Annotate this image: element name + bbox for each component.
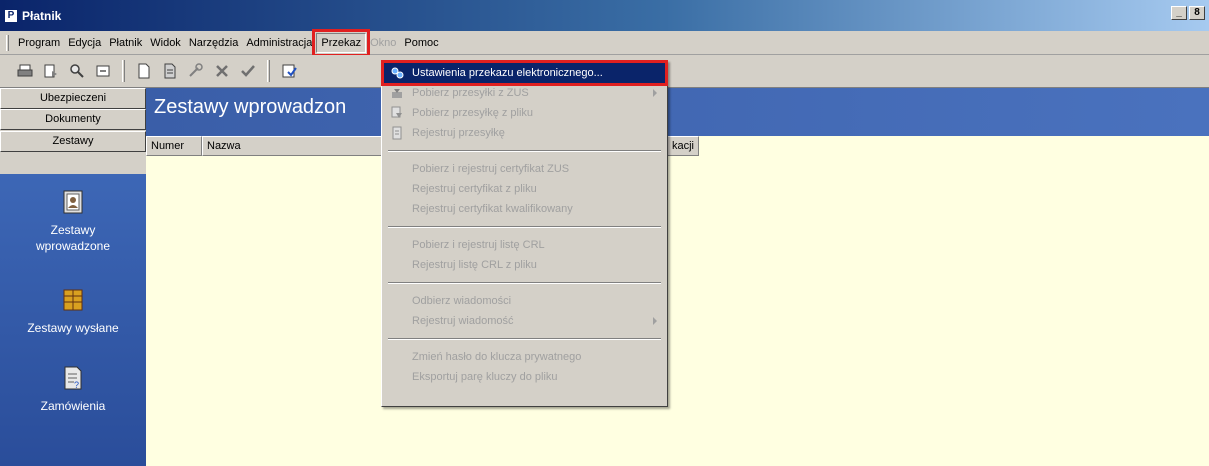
menu-p-atnik[interactable]: Płatnik: [105, 33, 146, 53]
menu-item-label: Rejestruj certyfikat z pliku: [412, 183, 537, 195]
menu-item-label: Pobierz przesyłkę z pliku: [412, 107, 534, 119]
new-document-icon[interactable]: [133, 60, 155, 82]
menu-item-label: Rejestruj certyfikat kwalifikowany: [412, 203, 573, 215]
przekaz-dropdown-menu: Ustawienia przekazu elektronicznego... Po…: [381, 60, 668, 407]
menu-item-label: Eksportuj parę kluczy do pliku: [412, 371, 558, 383]
menu-pomoc[interactable]: Pomoc: [400, 33, 442, 53]
menu-separator: [388, 282, 661, 284]
menu-widok[interactable]: Widok: [146, 33, 185, 53]
tools-icon[interactable]: [185, 60, 207, 82]
svg-text:?: ?: [74, 380, 79, 390]
window-controls: _ 8: [1171, 6, 1205, 20]
column-header-nazwa[interactable]: Nazwa: [202, 136, 386, 156]
confirm-icon[interactable]: [237, 60, 259, 82]
menu-item-odbierz-wiadomos-ci[interactable]: Odbierz wiadomości: [384, 291, 665, 311]
document-sets-icon: [63, 190, 83, 214]
nav-item-zamowienia[interactable]: ? Zamówienia: [0, 364, 146, 414]
find-icon[interactable]: [66, 60, 88, 82]
restore-button[interactable]: 8: [1189, 6, 1205, 20]
menu-okno[interactable]: Okno: [366, 33, 400, 53]
print-icon[interactable]: [14, 60, 36, 82]
menu-separator: [388, 338, 661, 340]
menu-item-ustawienia-przekazu-elektronicznego[interactable]: Ustawienia przekazu elektronicznego...: [381, 60, 668, 86]
menu-item-rejestruj-certyfikat-z-pliku[interactable]: Rejestruj certyfikat z pliku: [384, 179, 665, 199]
submenu-arrow-icon: [653, 89, 657, 97]
toolbar-separator: [267, 60, 270, 82]
menu-separator: [388, 150, 661, 152]
menu-item-label: Rejestruj listę CRL z pliku: [412, 259, 537, 271]
nav-item-label: Zestawy wysłane: [27, 321, 119, 335]
main-header: Zestawy wprowadzon: [146, 88, 1209, 136]
preview-icon[interactable]: [40, 60, 62, 82]
check-icon[interactable]: [278, 60, 300, 82]
menu-item-eksportuj-pare-kluczy-do-pliku[interactable]: Eksportuj parę kluczy do pliku: [384, 367, 665, 387]
column-header-partial[interactable]: kacji: [667, 136, 699, 156]
left-navigation: Ubezpieczeni Dokumenty Zestawy Zestawy w…: [0, 88, 146, 466]
minimize-button[interactable]: _: [1171, 6, 1187, 20]
menu-item-label: Rejestruj wiadomość: [412, 315, 514, 327]
menu-narz-dzia[interactable]: Narzędzia: [185, 33, 243, 53]
sent-sets-icon: [63, 289, 83, 311]
menu-item-pobierz-przesy-ke-z-pliku[interactable]: Pobierz przesyłkę z pliku: [384, 103, 665, 123]
delete-icon[interactable]: [211, 60, 233, 82]
open-document-icon[interactable]: [159, 60, 181, 82]
nav-tab-dokumenty[interactable]: Dokumenty: [0, 109, 146, 130]
nav-item-label: Zestawy wprowadzone: [35, 223, 111, 253]
submenu-arrow-icon: [653, 317, 657, 325]
menu-item-label: Ustawienia przekazu elektronicznego...: [412, 67, 603, 79]
export-icon[interactable]: [92, 60, 114, 82]
app-icon: P: [4, 8, 18, 23]
menu-item-rejestruj-przesy-ke[interactable]: Rejestruj przesyłkę: [384, 123, 665, 143]
window-title: Płatnik: [22, 8, 62, 23]
menu-item-label: Zmień hasło do klucza prywatnego: [412, 351, 582, 363]
menu-item-label: Odbierz wiadomości: [412, 295, 512, 307]
menu-item-label: Pobierz i rejestruj listę CRL: [412, 239, 545, 251]
menu-item-label: Pobierz przesyłki z ZUS: [412, 87, 529, 99]
menu-separator: [388, 226, 661, 228]
menu-przekaz[interactable]: Przekaz: [312, 28, 371, 57]
menu-item-label: Pobierz i rejestruj certyfikat ZUS: [412, 163, 570, 175]
menu-edycja[interactable]: Edycja: [64, 33, 105, 53]
menu-item-rejestruj-liste-crl-z-pliku[interactable]: Rejestruj listę CRL z pliku: [384, 255, 665, 275]
menu-item-rejestruj-wiadomos-c[interactable]: Rejestruj wiadomość: [384, 311, 665, 331]
menu-item-zmien-has-o-do-klucza-prywatnego[interactable]: Zmień hasło do klucza prywatnego: [384, 347, 665, 367]
nav-item-zestawy-wprowadzone[interactable]: Zestawy wprowadzone: [0, 188, 146, 254]
menu-item-label: Rejestruj przesyłkę: [412, 127, 505, 139]
nav-tab-zestawy[interactable]: Zestawy: [0, 131, 146, 152]
nav-pane: Zestawy wprowadzone Zestawy wysłane ? Za…: [0, 174, 146, 466]
toolbar-separator: [122, 60, 125, 82]
column-header-numer[interactable]: Numer: [146, 136, 202, 156]
menu-program[interactable]: Program: [14, 33, 64, 53]
menu-bar: Program Edycja Płatnik Widok Narzędzia Admini…: [0, 28, 1209, 57]
menu-grip: [6, 35, 9, 51]
menu-item-pobierz-i-rejestruj-liste-crl[interactable]: Pobierz i rejestruj listę CRL: [384, 235, 665, 255]
orders-icon: ?: [64, 366, 82, 390]
page-title: Zestawy wprowadzon: [154, 96, 347, 118]
nav-item-label: Zamówienia: [40, 399, 106, 413]
main-area: Zestawy wprowadzon Numer Nazwa kacji: [146, 88, 1209, 466]
menu-item-rejestruj-certyfikat-kwalifikowany[interactable]: Rejestruj certyfikat kwalifikowany: [384, 199, 665, 219]
title-bar: P Płatnik _ 8: [0, 0, 1209, 31]
menu-administracja[interactable]: Administracja: [242, 33, 316, 53]
nav-item-zestawy-wyslane[interactable]: Zestawy wysłane: [0, 286, 146, 336]
nav-tab-ubezpieczeni[interactable]: Ubezpieczeni: [0, 88, 146, 109]
menu-item-pobierz-przesy-ki-z-zus[interactable]: Pobierz przesyłki z ZUS: [384, 83, 665, 103]
menu-item-pobierz-i-rejestruj-certyfikat-zus[interactable]: Pobierz i rejestruj certyfikat ZUS: [384, 159, 665, 179]
